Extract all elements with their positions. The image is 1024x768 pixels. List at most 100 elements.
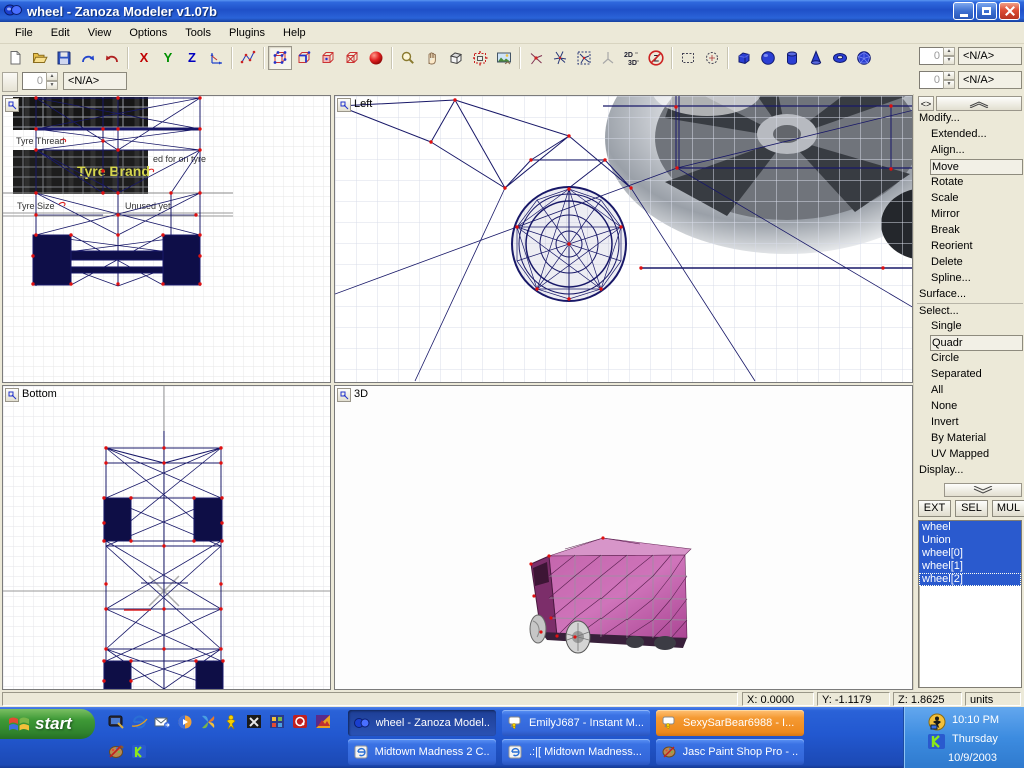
viewport-front[interactable]: Tyre Thread Tyre Brand ed for on tyre Ty… xyxy=(2,95,331,383)
vertex-detach-button[interactable] xyxy=(572,46,596,70)
sidebar-item-surface[interactable]: Surface... xyxy=(917,287,1023,303)
primitive-cone-button[interactable] xyxy=(804,46,828,70)
sidebar-item-delete[interactable]: Delete xyxy=(917,255,1023,271)
panel-toggle-button[interactable]: <> xyxy=(918,96,934,111)
spin-value-right-bottom[interactable]: 0 xyxy=(919,71,943,89)
edit-objects-button[interactable] xyxy=(340,46,364,70)
sidebar-item-circle[interactable]: Circle xyxy=(917,351,1023,367)
sidebar-item-single[interactable]: Single xyxy=(917,319,1023,335)
game-shortcut-icon[interactable] xyxy=(313,712,333,732)
taskbar-button-zmodeler[interactable]: wheel - Zanoza Model... xyxy=(348,710,496,736)
redo-button[interactable] xyxy=(76,46,100,70)
sidebar-item-rotate[interactable]: Rotate xyxy=(917,175,1023,191)
menu-view[interactable]: View xyxy=(79,24,121,42)
axis-tripod-button[interactable] xyxy=(596,46,620,70)
create-spline-button[interactable] xyxy=(236,46,260,70)
sidebar-item-quadr[interactable]: Quadr xyxy=(930,335,1023,351)
material-dropdown-left[interactable]: <N/A> xyxy=(63,72,127,90)
internet-explorer-icon[interactable] xyxy=(129,712,149,732)
select-circle-button[interactable] xyxy=(700,46,724,70)
object-list-item[interactable]: Union xyxy=(919,534,1021,547)
directx-icon[interactable] xyxy=(244,712,264,732)
new-button[interactable] xyxy=(4,46,28,70)
minimize-button[interactable] xyxy=(953,2,974,20)
outlook-express-icon[interactable] xyxy=(152,712,172,732)
sidebar-item-all[interactable]: All xyxy=(917,383,1023,399)
sidebar-item-align[interactable]: Align... xyxy=(917,143,1023,159)
taskbar-button-paintshoppro[interactable]: Jasc Paint Shop Pro - ... xyxy=(656,739,804,765)
aim-icon[interactable] xyxy=(221,712,241,732)
viewport-bottom[interactable]: Bottom xyxy=(2,385,331,690)
spin-value-left[interactable]: 0 xyxy=(22,72,46,90)
ext-button[interactable]: EXT xyxy=(918,500,951,517)
vertex-rays-button[interactable] xyxy=(548,46,572,70)
object-list-item[interactable]: wheel[2] xyxy=(919,573,1021,586)
primitive-torus-button[interactable] xyxy=(828,46,852,70)
collapse-down-button[interactable] xyxy=(944,483,1022,497)
perspective-view-button[interactable] xyxy=(444,46,468,70)
menu-file[interactable]: File xyxy=(6,24,42,42)
taskbar-button-aim-emily[interactable]: EmilyJ687 - Instant M... xyxy=(502,710,650,736)
tray-aim-icon[interactable] xyxy=(928,713,946,734)
sidebar-item-reorient[interactable]: Reorient xyxy=(917,239,1023,255)
2d-3d-toggle-button[interactable]: 2D3D xyxy=(620,46,644,70)
kazaa-icon[interactable] xyxy=(129,742,149,762)
menu-help[interactable]: Help xyxy=(274,24,315,42)
sidebar-item-separated[interactable]: Separated xyxy=(917,367,1023,383)
sidebar-item-spline[interactable]: Spline... xyxy=(917,271,1023,287)
maximize-button[interactable] xyxy=(976,2,997,20)
render-sphere-button[interactable] xyxy=(364,46,388,70)
axis-custom-button[interactable] xyxy=(204,46,228,70)
primitive-geosphere-button[interactable] xyxy=(852,46,876,70)
save-button[interactable] xyxy=(52,46,76,70)
primitive-cylinder-button[interactable] xyxy=(780,46,804,70)
sidebar-item-scale[interactable]: Scale xyxy=(917,191,1023,207)
open-button[interactable] xyxy=(28,46,52,70)
material-dropdown-right-bottom[interactable]: <N/A> xyxy=(958,71,1022,89)
spin-value-right-top[interactable]: 0 xyxy=(919,47,943,65)
toolbar-grip[interactable] xyxy=(2,72,18,92)
msn-messenger-icon[interactable] xyxy=(198,712,218,732)
object-list-item[interactable]: wheel[1] xyxy=(919,560,1021,573)
sidebar-item-by-material[interactable]: By Material xyxy=(917,431,1023,447)
primitive-sphere-button[interactable] xyxy=(756,46,780,70)
viewport-menu-button[interactable] xyxy=(5,388,19,402)
select-object-button[interactable] xyxy=(468,46,492,70)
taskbar-button-midtown2[interactable]: Midtown Madness 2 C... xyxy=(348,739,496,765)
menu-edit[interactable]: Edit xyxy=(42,24,79,42)
sidebar-item-break[interactable]: Break xyxy=(917,223,1023,239)
select-rectangle-button[interactable] xyxy=(676,46,700,70)
show-desktop-icon[interactable] xyxy=(106,712,126,732)
pan-button[interactable] xyxy=(420,46,444,70)
primitive-cube-button[interactable] xyxy=(732,46,756,70)
spin-arrows[interactable]: ▲▼ xyxy=(943,71,955,89)
viewport-left[interactable]: Left xyxy=(334,95,913,383)
sidebar-item-uv-mapped[interactable]: UV Mapped xyxy=(917,447,1023,463)
close-button[interactable] xyxy=(999,2,1020,20)
sel-button[interactable]: SEL xyxy=(955,500,988,517)
object-list[interactable]: wheel Union wheel[0] wheel[1] wheel[2] xyxy=(918,520,1022,688)
tray-clock[interactable]: 10:10 PM xyxy=(952,714,1022,728)
material-dropdown-right-top[interactable]: <N/A> xyxy=(958,47,1022,65)
viewport-menu-button[interactable] xyxy=(337,388,351,402)
start-button[interactable]: start xyxy=(0,709,95,739)
sidebar-item-invert[interactable]: Invert xyxy=(917,415,1023,431)
axis-z-button[interactable]: Z xyxy=(180,46,204,70)
collapse-up-button[interactable] xyxy=(936,96,1022,111)
z-lock-button[interactable]: Z xyxy=(644,46,668,70)
menu-plugins[interactable]: Plugins xyxy=(220,24,274,42)
windows-media-player-icon[interactable] xyxy=(175,712,195,732)
object-list-item[interactable]: wheel xyxy=(919,521,1021,534)
viewport-menu-button[interactable] xyxy=(5,98,19,112)
vertex-weld-button[interactable] xyxy=(524,46,548,70)
sidebar-item-move[interactable]: Move xyxy=(930,159,1023,175)
edit-vertices-button[interactable] xyxy=(268,46,292,70)
sidebar-item-extended[interactable]: Extended... xyxy=(917,127,1023,143)
sidebar-item-none[interactable]: None xyxy=(917,399,1023,415)
tray-kazaa-icon[interactable] xyxy=(928,734,946,753)
zoom-button[interactable] xyxy=(396,46,420,70)
menu-tools[interactable]: Tools xyxy=(176,24,220,42)
axis-x-button[interactable]: X xyxy=(132,46,156,70)
sidebar-item-display[interactable]: Display... xyxy=(917,463,1023,479)
background-image-button[interactable] xyxy=(492,46,516,70)
